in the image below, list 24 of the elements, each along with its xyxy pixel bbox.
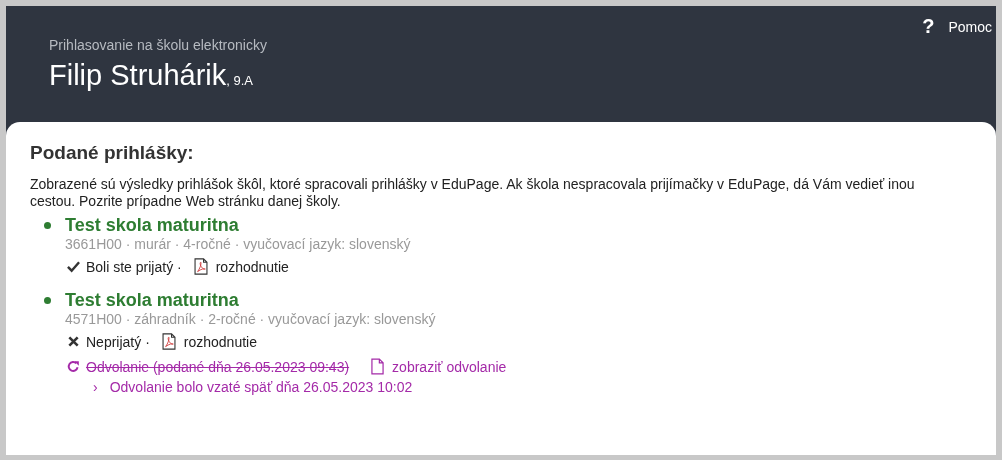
document-icon[interactable]: [371, 358, 385, 375]
section-title: Podané prihlášky:: [30, 142, 195, 164]
student-class: , 9.A: [226, 73, 254, 88]
study-details: 4571H00 · záhradník · 2-ročné · vyučovací jazyk: slovenský: [65, 311, 437, 327]
pdf-icon[interactable]: [193, 258, 208, 275]
result-label: Neprijatý ·: [86, 333, 150, 350]
result-label: Boli ste prijatý ·: [86, 258, 182, 275]
school-name: Test skola maturitna: [65, 290, 239, 311]
study-details: 3661H00 · murár · 4-ročné · vyučovací jazyk: slovenský: [65, 236, 412, 252]
refresh-icon: [67, 360, 80, 373]
help-link[interactable]: Pomoc: [948, 18, 992, 35]
page-subtitle: Prihlasovanie na školu elektronicky: [49, 37, 267, 53]
intro-text: Zobrazené sú výsledky prihlášok škôl, ktoré spracovali prihlášky v EduPage. Ak škola nespracovala prijímačky v EduPage, dá Vám vedieť inou cestou. Pozrite prípadne Web stránku danej školy.: [30, 176, 916, 210]
appeal-status: Odvolanie (podané dňa 26.05.2023 09:43): [86, 358, 350, 375]
decision-link[interactable]: rozhodnutie: [183, 333, 257, 350]
help-icon[interactable]: ?: [922, 15, 935, 38]
appeal-note: Odvolanie bolo vzaté späť dňa 26.05.2023 10:02: [109, 379, 413, 395]
school-name: Test skola maturitna: [65, 215, 239, 236]
decision-link[interactable]: rozhodnutie: [215, 258, 289, 275]
chevron-icon: ›: [93, 379, 98, 395]
view-appeal-link[interactable]: zobraziť odvolanie: [392, 358, 507, 375]
bullet-icon: [44, 222, 51, 229]
bullet-icon: [44, 297, 51, 304]
pdf-icon[interactable]: [161, 333, 176, 350]
